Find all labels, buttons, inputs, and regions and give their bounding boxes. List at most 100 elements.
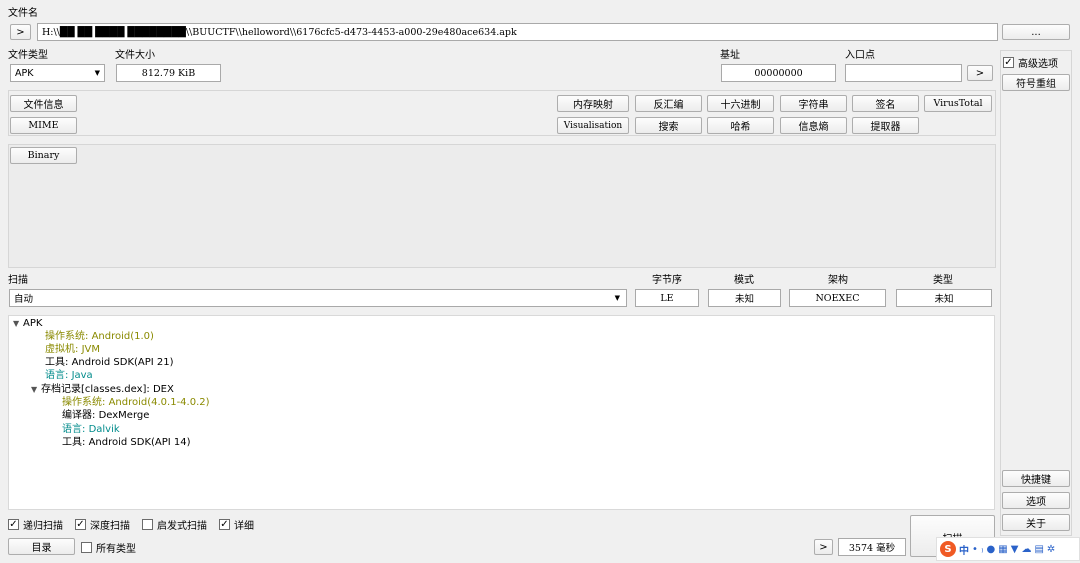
tree-item-key: 语言 <box>62 424 82 435</box>
tree-subitem-language[interactable]: 语言: Dalvik <box>62 423 120 436</box>
microphone-icon[interactable]: ● <box>987 544 996 555</box>
visualisation-button[interactable]: Visualisation <box>557 117 629 134</box>
extractor-button[interactable]: 提取器 <box>852 117 919 134</box>
arch-value: NOEXEC <box>789 289 886 307</box>
tree-item-key: 工具 <box>62 437 82 448</box>
scan-mode-select[interactable]: 自动 ▼ <box>9 289 627 307</box>
memory-map-button[interactable]: 内存映射 <box>557 95 629 112</box>
mode-value: 未知 <box>708 289 781 307</box>
open-file-nav-button[interactable]: > <box>10 24 31 40</box>
file-info-button[interactable]: 文件信息 <box>10 95 77 112</box>
endian-value: LE <box>635 289 699 307</box>
entry-label: 入口点 <box>845 50 875 61</box>
tree-item-value: Android(4.0.1-4.0.2) <box>108 397 210 408</box>
tree-subitem-tool[interactable]: 工具: Android SDK(API 14) <box>62 436 191 449</box>
search-button[interactable]: 搜索 <box>635 117 702 134</box>
binary-panel <box>8 144 996 268</box>
shortcuts-button[interactable]: 快捷键 <box>1002 470 1070 487</box>
grid-icon[interactable]: ▤ <box>1034 544 1043 555</box>
tree-subitem-os[interactable]: 操作系统: Android(4.0.1-4.0.2) <box>62 396 210 409</box>
filetype-label: 文件类型 <box>8 50 48 61</box>
tree-node-label: APK <box>23 318 43 329</box>
expand-arrow-icon[interactable]: ▼ <box>31 383 41 396</box>
check-icon: ✓ <box>8 518 19 530</box>
entropy-button[interactable]: 信息熵 <box>780 117 847 134</box>
browse-button[interactable]: ... <box>1002 24 1070 40</box>
demangle-button[interactable]: 符号重组 <box>1002 74 1070 91</box>
sogou-logo-icon[interactable]: S <box>940 541 956 557</box>
filetype-select[interactable]: APK ▼ <box>10 64 105 82</box>
elapsed-time: 3574 毫秒 <box>838 538 906 556</box>
result-tree[interactable]: ▼ APK 操作系统: Android(1.0) 虚拟机: JVM 工具: And… <box>8 315 995 510</box>
tree-item-key: 虚拟机 <box>45 344 75 355</box>
filename-label: 文件名 <box>8 8 38 19</box>
chevron-down-icon: ▼ <box>614 294 620 302</box>
empty-checkbox-box <box>142 519 153 530</box>
heuristic-scan-checkbox[interactable]: 启发式扫描 <box>142 517 207 532</box>
tree-item-value: JVM <box>81 344 100 355</box>
file-path-input[interactable]: H:\\██ ██ ████ ████████\\BUUCTF\\hellowo… <box>37 23 998 41</box>
tree-item-key: 操作系统 <box>45 331 85 342</box>
directory-button[interactable]: 目录 <box>8 538 75 555</box>
cloud-icon[interactable]: ☁ <box>1021 544 1031 555</box>
deep-scan-checkbox[interactable]: ✓ 深度扫描 <box>75 517 130 532</box>
scan-label: 扫描 <box>8 275 28 286</box>
gear-icon[interactable]: ✲ <box>1047 544 1055 555</box>
chevron-down-icon: ▼ <box>94 69 100 77</box>
disassembly-button[interactable]: 反汇编 <box>635 95 702 112</box>
checkbox-label: 递归扫描 <box>23 521 63 532</box>
tree-item-value: Android(1.0) <box>91 331 154 342</box>
check-icon: ✓ <box>1003 56 1014 68</box>
strings-button[interactable]: 字符串 <box>780 95 847 112</box>
mode-label: 模式 <box>734 275 754 286</box>
hash-button[interactable]: 哈希 <box>707 117 774 134</box>
entry-point-input[interactable] <box>845 64 962 82</box>
tree-node-archive[interactable]: ▼ 存档记录[classes.dex]: DEX <box>31 383 174 396</box>
tree-node-apk[interactable]: ▼ APK <box>13 317 42 330</box>
tree-item-language[interactable]: 语言: Java <box>45 369 93 382</box>
binary-tab[interactable]: Binary <box>10 147 77 164</box>
base-label: 基址 <box>720 50 740 61</box>
skin-icon[interactable]: ▼ <box>1011 544 1019 555</box>
endian-label: 字节序 <box>652 275 682 286</box>
about-button[interactable]: 关于 <box>1002 514 1070 531</box>
filetype-value: APK <box>15 67 34 79</box>
options-button[interactable]: 选项 <box>1002 492 1070 509</box>
recursive-scan-checkbox[interactable]: ✓ 递归扫描 <box>8 517 63 532</box>
tree-item-value: Android SDK(API 14) <box>88 437 191 448</box>
advanced-options-checkbox[interactable]: ✓ 高级选项 <box>1003 55 1058 70</box>
type-value: 未知 <box>896 289 992 307</box>
filesize-value: 812.79 KiB <box>116 64 221 82</box>
expand-arrow-icon[interactable]: ▼ <box>13 317 23 330</box>
tree-item-value: Android SDK(API 21) <box>71 357 174 368</box>
tree-item-key: 语言 <box>45 370 65 381</box>
entry-nav-button[interactable]: > <box>967 65 993 81</box>
all-types-checkbox[interactable]: 所有类型 <box>81 540 136 555</box>
tools-panel <box>8 90 996 136</box>
virustotal-button[interactable]: VirusTotal <box>924 95 992 112</box>
check-icon: ✓ <box>219 518 230 530</box>
tree-item-value: DexMerge <box>98 410 150 421</box>
tree-subitem-compiler[interactable]: 编译器: DexMerge <box>62 409 149 422</box>
base-address-input[interactable]: 00000000 <box>721 64 836 82</box>
tree-item-key: 编译器 <box>62 410 92 421</box>
hex-button[interactable]: 十六进制 <box>707 95 774 112</box>
signature-button[interactable]: 签名 <box>852 95 919 112</box>
tree-node-label: 存档记录[classes.dex]: DEX <box>41 384 174 395</box>
log-nav-button[interactable]: > <box>814 539 833 555</box>
tree-item-value: Java <box>71 370 93 381</box>
checkbox-label: 启发式扫描 <box>157 521 207 532</box>
ime-mode-label[interactable]: 中 <box>959 542 969 557</box>
ime-toolbar[interactable]: S 中 • ₎ ● ▦ ▼ ☁ ▤ ✲ <box>936 537 1080 561</box>
punctuation-icon[interactable]: • ₎ <box>972 544 984 555</box>
filesize-label: 文件大小 <box>115 50 155 61</box>
checkbox-label: 深度扫描 <box>90 521 130 532</box>
tree-item-tool[interactable]: 工具: Android SDK(API 21) <box>45 356 174 369</box>
verbose-checkbox[interactable]: ✓ 详细 <box>219 517 254 532</box>
tree-item-value: Dalvik <box>88 424 120 435</box>
tree-item-os[interactable]: 操作系统: Android(1.0) <box>45 330 154 343</box>
keyboard-icon[interactable]: ▦ <box>998 544 1007 555</box>
mime-button[interactable]: MIME <box>10 117 77 134</box>
checkbox-label: 所有类型 <box>96 544 136 555</box>
tree-item-vm[interactable]: 虚拟机: JVM <box>45 343 100 356</box>
